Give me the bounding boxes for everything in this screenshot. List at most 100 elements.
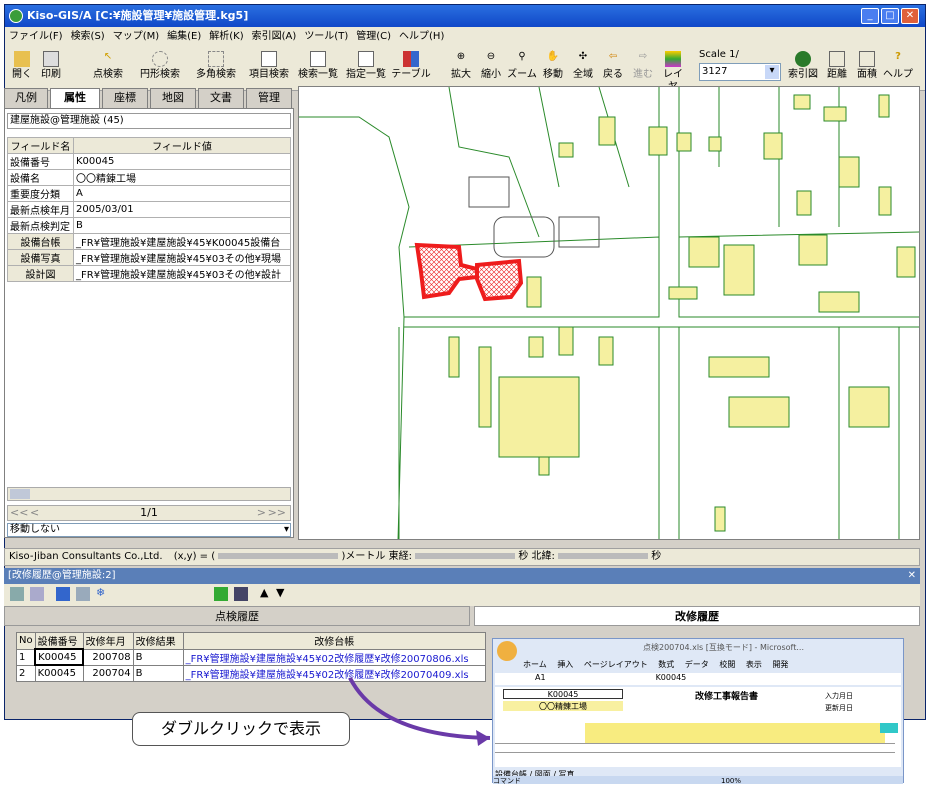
snowflake-icon[interactable]: ❄ (96, 586, 105, 599)
toolbar: 開く 印刷 ↖ 点検索 円形検索 多角検索 項目検索 検索一覧 指定一覧 テーブル… (5, 45, 925, 92)
photo-link-button[interactable]: 設備写真 (7, 249, 74, 266)
tab-coordinates[interactable]: 座標 (102, 88, 148, 108)
item-search-button[interactable]: 項目検索 (245, 49, 293, 87)
filter-icon[interactable] (10, 587, 24, 601)
pager: << < 1/1 > >> (7, 505, 291, 521)
print-button[interactable]: 印刷 (37, 49, 65, 87)
first-page-button[interactable]: << (10, 506, 28, 520)
table-button[interactable]: テーブル (391, 49, 431, 87)
horizontal-scrollbar[interactable] (7, 487, 291, 501)
menu-analysis[interactable]: 解析(K) (209, 31, 243, 42)
menu-index[interactable]: 索引図(A) (252, 31, 297, 42)
full-extent-button[interactable]: ✣ 全域 (569, 49, 597, 87)
last-page-button[interactable]: >> (268, 506, 286, 520)
menu-search[interactable]: 検索(S) (71, 31, 105, 42)
tab-inspection-history[interactable]: 点検履歴 (4, 606, 470, 626)
minimize-button[interactable]: _ (861, 8, 879, 24)
menu-help[interactable]: ヘルプ(H) (399, 31, 444, 42)
menu-tools[interactable]: ツール(T) (304, 31, 348, 42)
meter-label: )メートル 東経: (341, 551, 412, 562)
arrow-right-icon: ⇨ (638, 51, 648, 62)
drawing-link-button[interactable]: 設計図 (7, 265, 74, 282)
cursor-icon: ↖ (103, 51, 113, 62)
attr-row[interactable]: 最新点検判定 B (7, 217, 291, 234)
point-search-button[interactable]: ↖ 点検索 (85, 49, 131, 87)
attr-row[interactable]: 設備名 〇〇精錬工場 (7, 169, 291, 186)
sort-asc-icon[interactable]: ▲ (260, 586, 268, 599)
tab-map[interactable]: 地図 (150, 88, 196, 108)
area-button[interactable]: 面積 (853, 49, 881, 87)
zoom-out-icon: ⊖ (486, 51, 496, 62)
scale-label: Scale 1/ (699, 49, 739, 60)
excel-ribbon: ホーム 挿入 ページレイアウト 数式 データ 校閲 表示 開発 (523, 660, 789, 669)
map-canvas[interactable] (299, 87, 920, 540)
attr-row[interactable]: 設備番号 K00045 (7, 153, 291, 170)
save-icon[interactable] (234, 587, 248, 601)
forward-button[interactable]: ⇨ 進む (629, 49, 657, 87)
layers-icon (665, 51, 681, 67)
printer-icon (43, 51, 59, 67)
close-button[interactable]: ✕ (901, 8, 919, 24)
sec-label: 秒 (651, 551, 662, 562)
form-icon (261, 51, 277, 67)
table-row[interactable]: 1 K00045 200708 B _FR¥管理施設¥建屋施設¥45¥02改修履歴¥改修… (16, 648, 487, 666)
menu-edit[interactable]: 編集(E) (167, 31, 201, 42)
zoom-in-button[interactable]: ⊕ 拡大 (447, 49, 475, 87)
zoom-out-button[interactable]: ⊖ 縮小 (477, 49, 505, 87)
layer-button[interactable]: レイヤ (659, 49, 687, 92)
attr-row[interactable]: 設備写真 _FR¥管理施設¥建屋施設¥45¥03その他¥現場 (7, 249, 291, 266)
index-map-button[interactable]: 索引図 (787, 49, 819, 87)
attr-row[interactable]: 重要度分類 A (7, 185, 291, 202)
scale-select[interactable]: 3127 ▾ (699, 63, 781, 81)
hand-icon: ✋ (546, 51, 560, 62)
menu-file[interactable]: ファイル(F) (9, 31, 63, 42)
tab-documents[interactable]: 文書 (198, 88, 244, 108)
expand-icon: ✣ (578, 51, 588, 62)
tab-legend[interactable]: 凡例 (4, 88, 48, 108)
chevron-down-icon[interactable]: ▾ (765, 65, 779, 79)
repair-table: No 設備番号 改修年月 改修結果 改修台帳 1 K00045 200708 B _FR¥管理施… (16, 632, 487, 682)
sort-desc-icon[interactable]: ▼ (276, 586, 284, 599)
map-view[interactable] (298, 86, 920, 540)
attr-row[interactable]: 最新点検年月 2005/03/01 (7, 201, 291, 218)
menu-map[interactable]: マップ(M) (113, 31, 159, 42)
open-button[interactable]: 開く (9, 49, 35, 87)
close-icon[interactable]: ✕ (908, 568, 916, 584)
form-icon[interactable] (30, 587, 44, 601)
formula-bar: A1 K00045 (495, 673, 901, 685)
tab-repair-history[interactable]: 改修履歴 (474, 606, 920, 626)
next-page-button[interactable]: > (257, 506, 266, 520)
tab-attributes[interactable]: 属性 (50, 88, 100, 109)
help-button[interactable]: ? ヘルプ (883, 49, 913, 87)
back-button[interactable]: ⇦ 戻る (599, 49, 627, 87)
list-icon (358, 51, 374, 67)
excel-icon[interactable] (214, 587, 228, 601)
id-icon[interactable] (56, 587, 70, 601)
tab-management[interactable]: 管理 (246, 88, 292, 108)
menu-manage[interactable]: 管理(C) (356, 31, 391, 42)
repair-file-link[interactable]: _FR¥管理施設¥建屋施設¥45¥02改修履歴¥改修20070806.xls (182, 648, 487, 666)
selected-building[interactable] (414, 242, 524, 302)
grid-icon[interactable] (76, 587, 90, 601)
chevron-down-icon[interactable]: ▾ (284, 524, 289, 536)
panel-tabs: 凡例 属性 座標 地図 文書 管理 (4, 88, 294, 109)
move-select[interactable]: 移動しない ▾ (7, 523, 291, 537)
specified-list-button[interactable]: 指定一覧 (343, 49, 389, 87)
search-list-button[interactable]: 検索一覧 (295, 49, 341, 87)
prev-page-button[interactable]: < (30, 506, 39, 520)
history-toolbar: ❄ ▲ ▼ (4, 584, 920, 606)
history-tabs: 点検履歴 改修履歴 (4, 606, 920, 626)
circle-search-button[interactable]: 円形検索 (133, 49, 187, 87)
callout-arrow (348, 677, 491, 746)
title-bar: Kiso-GIS/A [C:¥施設管理¥施設管理.kg5] (5, 5, 925, 27)
distance-button[interactable]: 距離 (823, 49, 851, 87)
maximize-button[interactable]: □ (881, 8, 899, 24)
polygon-search-button[interactable]: 多角検索 (189, 49, 243, 87)
ledger-link-button[interactable]: 設備台帳 (7, 233, 74, 250)
attr-row[interactable]: 設備台帳 _FR¥管理施設¥建屋施設¥45¥K00045設備台 (7, 233, 291, 250)
scroll-thumb[interactable] (10, 489, 30, 499)
zoom-button[interactable]: ⚲ ズーム (507, 49, 537, 87)
pan-button[interactable]: ✋ 移動 (539, 49, 567, 87)
attr-row[interactable]: 設計図 _FR¥管理施設¥建屋施設¥45¥03その他¥設計 (7, 265, 291, 282)
polygon-icon (208, 51, 224, 67)
